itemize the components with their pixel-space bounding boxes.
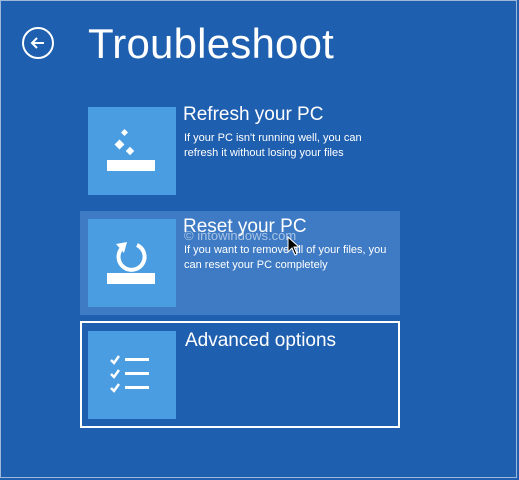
back-button[interactable] <box>22 27 54 59</box>
reset-pc-icon <box>107 242 155 284</box>
advanced-options-heading: Advanced options <box>185 330 337 351</box>
refresh-pc-tile <box>88 107 176 195</box>
refresh-pc-icon <box>107 128 155 171</box>
watermark-text: © intowindows.com <box>184 228 297 243</box>
refresh-pc-heading: Refresh your PC <box>183 104 324 125</box>
refresh-pc-description: If your PC isn't running well, you can r… <box>184 132 362 159</box>
page-title: Troubleshoot <box>88 20 334 67</box>
advanced-options-tile <box>88 331 176 419</box>
advanced-options-option[interactable]: Advanced options <box>80 321 400 428</box>
checklist-icon <box>110 355 149 393</box>
reset-pc-tile <box>88 219 176 307</box>
back-arrow-icon <box>30 37 44 49</box>
reset-pc-option[interactable]: Reset your PC If you want to remove all … <box>80 211 400 315</box>
refresh-pc-option[interactable]: Refresh your PC If your PC isn't running… <box>80 99 400 203</box>
mouse-cursor-icon <box>287 236 301 256</box>
